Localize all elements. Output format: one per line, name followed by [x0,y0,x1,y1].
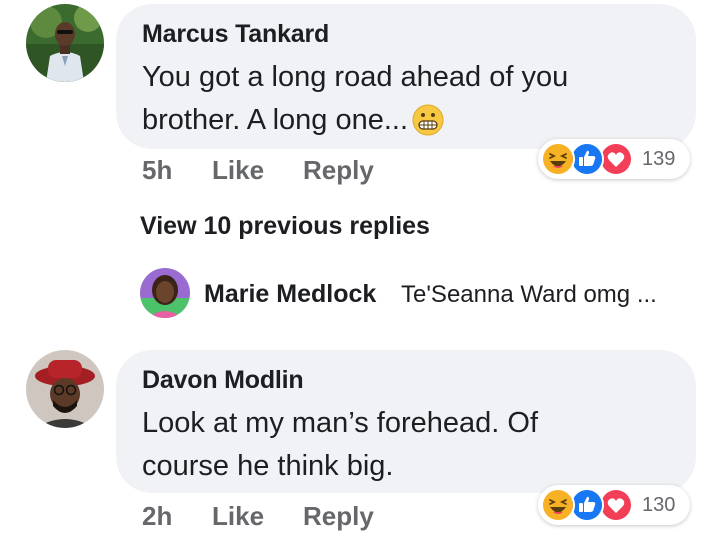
comment-text: Look at my man’s forehead. Of course he … [142,402,538,488]
like-reaction-icon [570,488,604,522]
comment-actions: 2h Like Reply [142,501,442,535]
love-reaction-icon [599,488,633,522]
reply-author[interactable]: Marie Medlock [204,280,376,309]
comment-text-line: You got a long road ahead of you [142,61,569,93]
reply-preview-row[interactable]: Marie Medlock Te'Seanna Ward omg ... [140,266,700,320]
comment-text: You got a long road ahead of you brother… [142,56,568,149]
reactions-summary[interactable]: 130 [538,485,690,525]
timestamp[interactable]: 5h [142,155,172,186]
love-reaction-icon [599,142,633,176]
comment-text-line: brother. A long one... [142,99,568,149]
timestamp[interactable]: 2h [142,501,172,532]
avatar-marie-medlock[interactable] [140,268,190,318]
view-previous-replies-link[interactable]: View 10 previous replies [140,212,430,241]
like-button[interactable]: Like [212,155,264,186]
comment-author[interactable]: Marcus Tankard [142,20,329,49]
like-reaction-icon [570,142,604,176]
reply-button[interactable]: Reply [303,155,374,186]
comment-text-segment: brother. A long one... [142,104,409,136]
reply-button[interactable]: Reply [303,501,374,532]
reaction-count: 130 [642,494,676,516]
comment-bubble-davon: Davon Modlin Look at my man’s forehead. … [116,350,696,493]
comment-text-line: course he think big. [142,450,394,482]
comment-actions: 5h Like Reply [142,155,442,189]
reply-text-preview: Te'Seanna Ward omg ... [401,281,657,308]
grimacing-face-emoji-icon [412,104,444,149]
like-button[interactable]: Like [212,501,264,532]
reactions-summary[interactable]: 139 [538,139,690,179]
reaction-count: 139 [642,148,676,170]
avatar-marcus-tankard[interactable] [26,4,104,82]
comment-text-line: Look at my man’s forehead. Of [142,407,539,439]
haha-reaction-icon [541,488,575,522]
avatar-davon-modlin[interactable] [26,350,104,428]
haha-reaction-icon [541,142,575,176]
comment-bubble-marcus: Marcus Tankard You got a long road ahead… [116,4,696,149]
comment-author[interactable]: Davon Modlin [142,366,304,395]
